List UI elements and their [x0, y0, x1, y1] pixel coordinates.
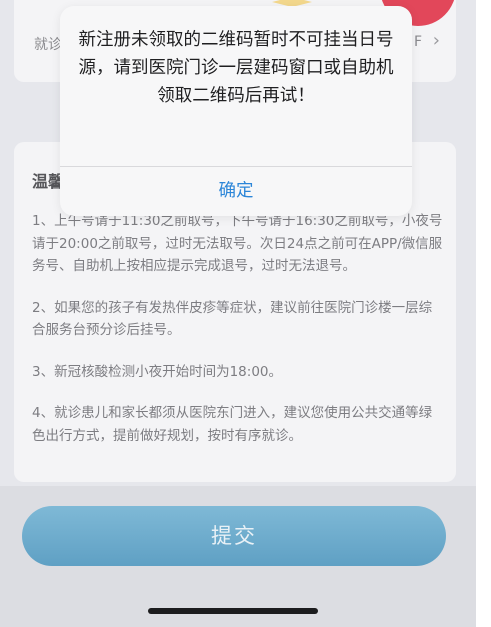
notice-item-1: 1、上午号请于11:30之前取号，下午号请于16:30之前取号，小夜号请于20:…: [32, 213, 443, 274]
app-screen: 就诊 F › 温馨 1、上午号请于11:30之前取号，下午号请于16:30之前取…: [0, 0, 476, 627]
visit-row-label: 就诊: [34, 37, 62, 53]
visit-row-value: F: [413, 34, 422, 50]
notice-item-2: 2、如果您的孩子有发热伴皮疹等症状，建议前往医院门诊楼一层综合服务台预分诊后挂号…: [32, 299, 433, 339]
alert-dialog: 新注册未领取的二维码暂时不可挂当日号源，请到医院门诊一层建码窗口或自助机领取二维…: [60, 6, 412, 216]
chevron-right-icon: ›: [432, 30, 440, 51]
notice-item-3: 3、新冠核酸检测小夜开始时间为18:00。: [32, 363, 282, 380]
alert-message: 新注册未领取的二维码暂时不可挂当日号源，请到医院门诊一层建码窗口或自助机领取二维…: [78, 30, 394, 106]
submit-button[interactable]: 提交: [22, 506, 446, 566]
notice-body: 1、上午号请于11:30之前取号，下午号请于16:30之前取号，小夜号请于20:…: [32, 210, 444, 466]
notice-item-4: 4、就诊患儿和家长都须从医院东门进入，建议您使用公共交通等绿色出行方式，提前做好…: [32, 405, 433, 444]
home-indicator[interactable]: [148, 608, 318, 614]
page-margin: [476, 0, 491, 627]
confirm-button[interactable]: 确定: [60, 167, 412, 216]
